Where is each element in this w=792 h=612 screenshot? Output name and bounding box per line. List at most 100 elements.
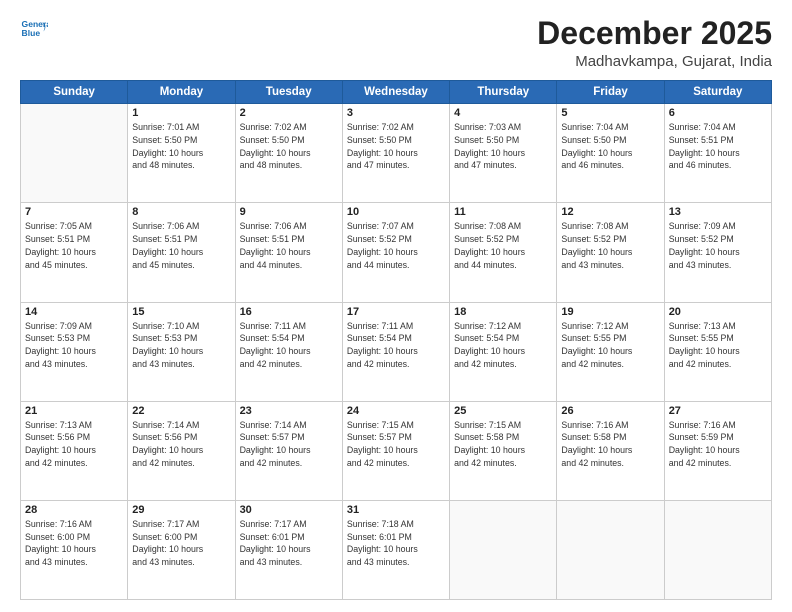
day-number: 10	[347, 206, 445, 218]
table-row	[450, 500, 557, 599]
calendar-week-row: 21 Sunrise: 7:13 AM Sunset: 5:56 PM Dayli…	[21, 401, 772, 500]
day-number: 15	[132, 306, 230, 318]
day-number: 26	[561, 405, 659, 417]
day-number: 21	[25, 405, 123, 417]
cell-info: Sunrise: 7:12 AM Sunset: 5:54 PM Dayligh…	[454, 320, 552, 371]
day-number: 1	[132, 107, 230, 119]
day-number: 11	[454, 206, 552, 218]
day-number: 14	[25, 306, 123, 318]
table-row: 10Sunrise: 7:07 AM Sunset: 5:52 PM Dayli…	[342, 203, 449, 302]
col-sunday: Sunday	[21, 81, 128, 104]
table-row: 5 Sunrise: 7:04 AM Sunset: 5:50 PM Daylig…	[557, 104, 664, 203]
table-row: 9Sunrise: 7:06 AM Sunset: 5:51 PM Daylig…	[235, 203, 342, 302]
cell-info: Sunrise: 7:02 AM Sunset: 5:50 PM Dayligh…	[240, 121, 338, 172]
cell-info: Sunrise: 7:02 AM Sunset: 5:50 PM Dayligh…	[347, 121, 445, 172]
calendar-week-row: 1 Sunrise: 7:01 AM Sunset: 5:50 PM Daylig…	[21, 104, 772, 203]
table-row: 24 Sunrise: 7:15 AM Sunset: 5:57 PM Dayli…	[342, 401, 449, 500]
table-row: 14 Sunrise: 7:09 AM Sunset: 5:53 PM Dayli…	[21, 302, 128, 401]
day-number: 9	[240, 206, 338, 218]
cell-info: Sunrise: 7:13 AM Sunset: 5:56 PM Dayligh…	[25, 419, 123, 470]
cell-info: Sunrise: 7:15 AM Sunset: 5:58 PM Dayligh…	[454, 419, 552, 470]
table-row: 20 Sunrise: 7:13 AM Sunset: 5:55 PM Dayli…	[664, 302, 771, 401]
cell-info: Sunrise: 7:16 AM Sunset: 6:00 PM Dayligh…	[25, 518, 123, 569]
table-row: 16 Sunrise: 7:11 AM Sunset: 5:54 PM Dayli…	[235, 302, 342, 401]
cell-info: Sunrise: 7:09 AM Sunset: 5:52 PM Dayligh…	[669, 220, 767, 271]
day-number: 13	[669, 206, 767, 218]
cell-info: Sunrise: 7:16 AM Sunset: 5:58 PM Dayligh…	[561, 419, 659, 470]
table-row: 26 Sunrise: 7:16 AM Sunset: 5:58 PM Dayli…	[557, 401, 664, 500]
col-friday: Friday	[557, 81, 664, 104]
svg-text:Blue: Blue	[22, 28, 41, 38]
table-row: 28 Sunrise: 7:16 AM Sunset: 6:00 PM Dayli…	[21, 500, 128, 599]
table-row: 12 Sunrise: 7:08 AM Sunset: 5:52 PM Dayli…	[557, 203, 664, 302]
day-number: 16	[240, 306, 338, 318]
col-tuesday: Tuesday	[235, 81, 342, 104]
calendar-table: Sunday Monday Tuesday Wednesday Thursday…	[20, 80, 772, 600]
table-row: 22 Sunrise: 7:14 AM Sunset: 5:56 PM Dayli…	[128, 401, 235, 500]
table-row: 31Sunrise: 7:18 AM Sunset: 6:01 PM Dayli…	[342, 500, 449, 599]
location: Madhavkampa, Gujarat, India	[537, 53, 772, 70]
day-number: 17	[347, 306, 445, 318]
table-row: 19 Sunrise: 7:12 AM Sunset: 5:55 PM Dayli…	[557, 302, 664, 401]
day-number: 18	[454, 306, 552, 318]
header-row: Sunday Monday Tuesday Wednesday Thursday…	[21, 81, 772, 104]
table-row: 18 Sunrise: 7:12 AM Sunset: 5:54 PM Dayli…	[450, 302, 557, 401]
table-row	[664, 500, 771, 599]
cell-info: Sunrise: 7:09 AM Sunset: 5:53 PM Dayligh…	[25, 320, 123, 371]
table-row: 4Sunrise: 7:03 AM Sunset: 5:50 PM Daylig…	[450, 104, 557, 203]
day-number: 19	[561, 306, 659, 318]
calendar-week-row: 14 Sunrise: 7:09 AM Sunset: 5:53 PM Dayli…	[21, 302, 772, 401]
table-row: 21 Sunrise: 7:13 AM Sunset: 5:56 PM Dayli…	[21, 401, 128, 500]
cell-info: Sunrise: 7:05 AM Sunset: 5:51 PM Dayligh…	[25, 220, 123, 271]
cell-info: Sunrise: 7:11 AM Sunset: 5:54 PM Dayligh…	[347, 320, 445, 371]
cell-info: Sunrise: 7:16 AM Sunset: 5:59 PM Dayligh…	[669, 419, 767, 470]
logo-icon: General Blue	[20, 16, 48, 44]
cell-info: Sunrise: 7:12 AM Sunset: 5:55 PM Dayligh…	[561, 320, 659, 371]
cell-info: Sunrise: 7:01 AM Sunset: 5:50 PM Dayligh…	[132, 121, 230, 172]
month-title: December 2025	[537, 16, 772, 51]
day-number: 12	[561, 206, 659, 218]
table-row: 27 Sunrise: 7:16 AM Sunset: 5:59 PM Dayli…	[664, 401, 771, 500]
day-number: 6	[669, 107, 767, 119]
day-number: 20	[669, 306, 767, 318]
cell-info: Sunrise: 7:13 AM Sunset: 5:55 PM Dayligh…	[669, 320, 767, 371]
calendar-week-row: 28 Sunrise: 7:16 AM Sunset: 6:00 PM Dayli…	[21, 500, 772, 599]
cell-info: Sunrise: 7:15 AM Sunset: 5:57 PM Dayligh…	[347, 419, 445, 470]
header: General Blue December 2025 Madhavkampa, …	[20, 16, 772, 70]
table-row: 2 Sunrise: 7:02 AM Sunset: 5:50 PM Daylig…	[235, 104, 342, 203]
day-number: 24	[347, 405, 445, 417]
logo: General Blue	[20, 16, 48, 44]
cell-info: Sunrise: 7:14 AM Sunset: 5:56 PM Dayligh…	[132, 419, 230, 470]
day-number: 25	[454, 405, 552, 417]
cell-info: Sunrise: 7:17 AM Sunset: 6:00 PM Dayligh…	[132, 518, 230, 569]
table-row: 13 Sunrise: 7:09 AM Sunset: 5:52 PM Dayli…	[664, 203, 771, 302]
table-row: 7 Sunrise: 7:05 AM Sunset: 5:51 PM Daylig…	[21, 203, 128, 302]
day-number: 30	[240, 504, 338, 516]
cell-info: Sunrise: 7:11 AM Sunset: 5:54 PM Dayligh…	[240, 320, 338, 371]
table-row	[557, 500, 664, 599]
table-row: 11Sunrise: 7:08 AM Sunset: 5:52 PM Dayli…	[450, 203, 557, 302]
cell-info: Sunrise: 7:04 AM Sunset: 5:50 PM Dayligh…	[561, 121, 659, 172]
table-row: 8Sunrise: 7:06 AM Sunset: 5:51 PM Daylig…	[128, 203, 235, 302]
day-number: 22	[132, 405, 230, 417]
title-block: December 2025 Madhavkampa, Gujarat, Indi…	[537, 16, 772, 70]
col-saturday: Saturday	[664, 81, 771, 104]
day-number: 2	[240, 107, 338, 119]
table-row: 17 Sunrise: 7:11 AM Sunset: 5:54 PM Dayli…	[342, 302, 449, 401]
day-number: 5	[561, 107, 659, 119]
cell-info: Sunrise: 7:17 AM Sunset: 6:01 PM Dayligh…	[240, 518, 338, 569]
col-wednesday: Wednesday	[342, 81, 449, 104]
table-row: 1 Sunrise: 7:01 AM Sunset: 5:50 PM Daylig…	[128, 104, 235, 203]
cell-info: Sunrise: 7:14 AM Sunset: 5:57 PM Dayligh…	[240, 419, 338, 470]
cell-info: Sunrise: 7:08 AM Sunset: 5:52 PM Dayligh…	[561, 220, 659, 271]
col-thursday: Thursday	[450, 81, 557, 104]
day-number: 7	[25, 206, 123, 218]
day-number: 3	[347, 107, 445, 119]
cell-info: Sunrise: 7:03 AM Sunset: 5:50 PM Dayligh…	[454, 121, 552, 172]
page: General Blue December 2025 Madhavkampa, …	[0, 0, 792, 612]
day-number: 8	[132, 206, 230, 218]
calendar-week-row: 7 Sunrise: 7:05 AM Sunset: 5:51 PM Daylig…	[21, 203, 772, 302]
day-number: 28	[25, 504, 123, 516]
day-number: 27	[669, 405, 767, 417]
day-number: 31	[347, 504, 445, 516]
